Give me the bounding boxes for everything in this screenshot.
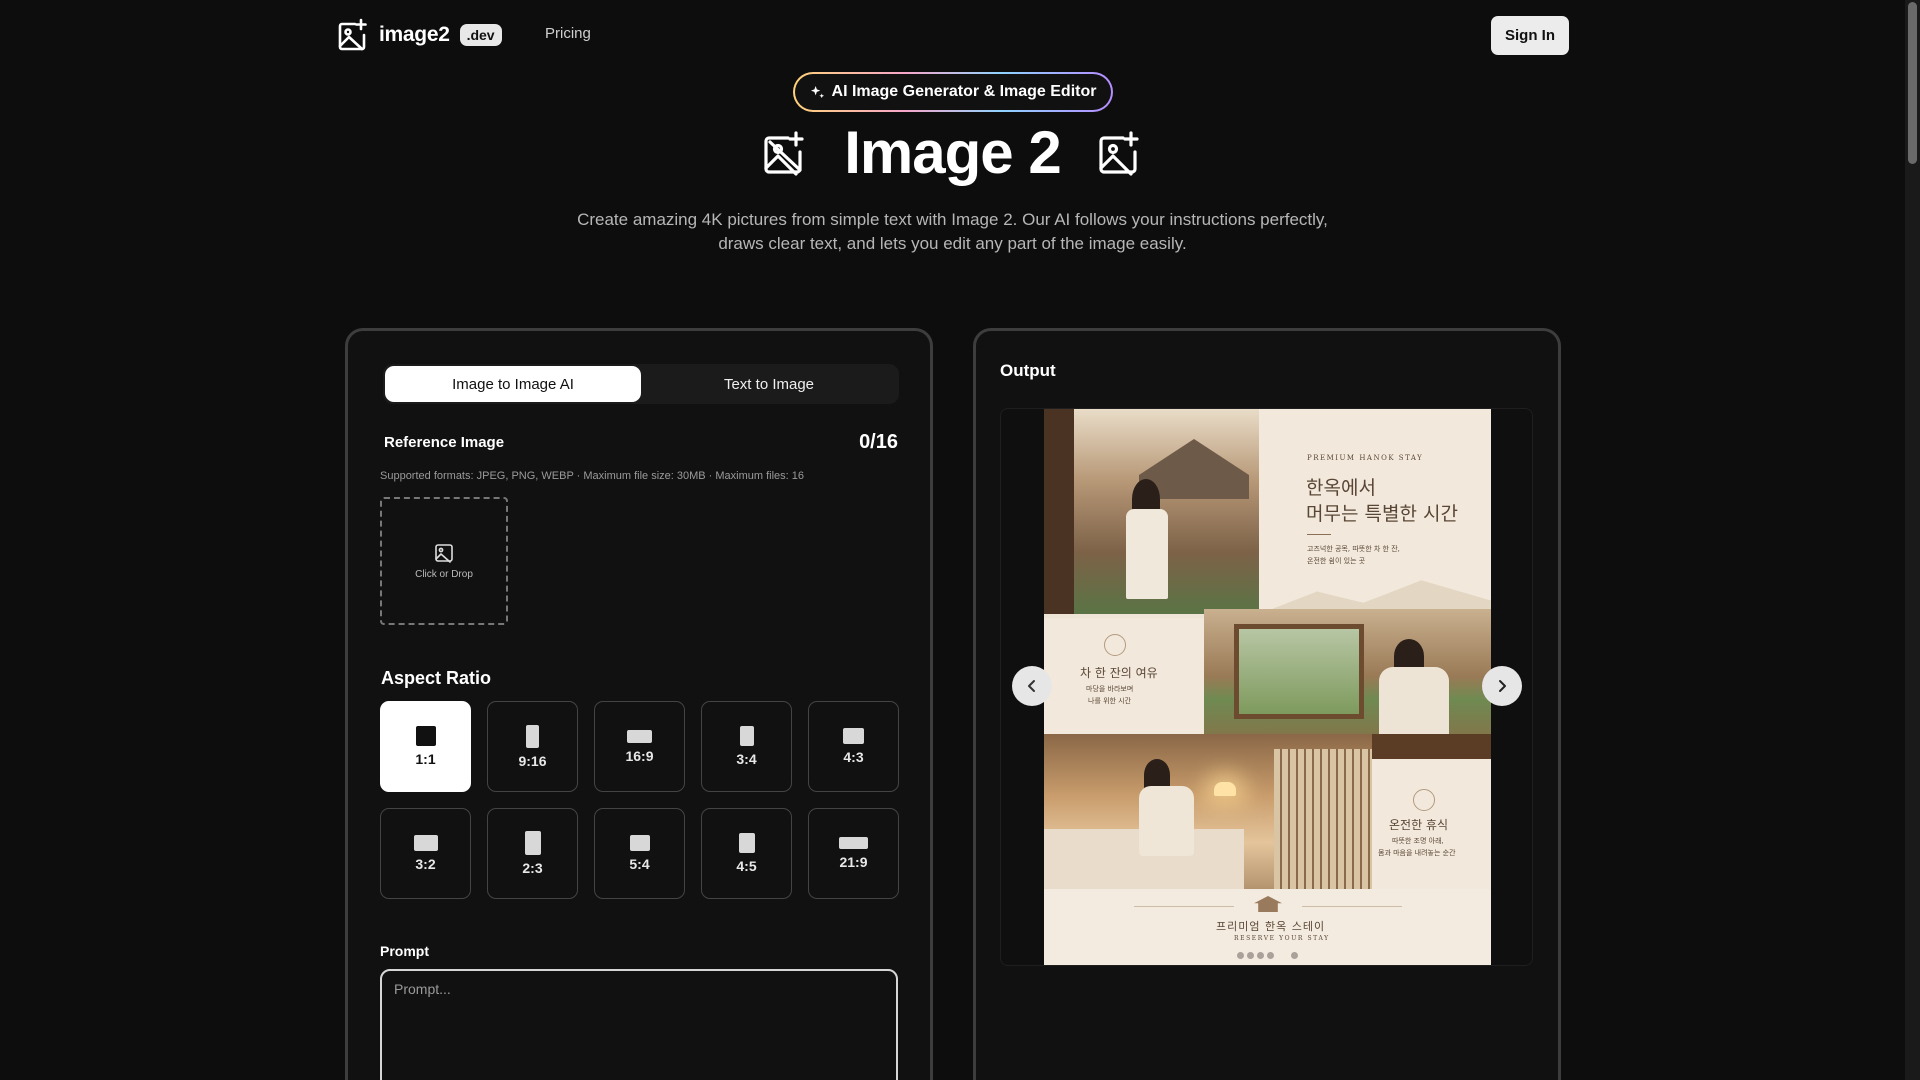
- mode-tabs: Image to Image AI Text to Image: [383, 364, 899, 404]
- poster-section1-title: 차 한 잔의 여유: [1080, 666, 1158, 680]
- prompt-input[interactable]: [380, 969, 898, 1080]
- nav-link-pricing[interactable]: Pricing: [545, 25, 591, 42]
- aspect-ratio-label-text: 16:9: [625, 747, 654, 764]
- poster-headline-1: 한옥에서: [1306, 477, 1376, 499]
- chevron-right-icon: [1499, 680, 1506, 692]
- hero-subtitle-line: draws clear text, and lets you edit any …: [718, 234, 1187, 253]
- poster-section1-line2: 나를 위한 시간: [1088, 697, 1132, 705]
- aspect-ratio-label-text: 1:1: [415, 751, 436, 767]
- poster-body-2: 온전한 쉼이 있는 곳: [1307, 557, 1366, 565]
- aspect-ratio-label-text: 5:4: [629, 856, 650, 872]
- carousel-dot[interactable]: [1247, 952, 1254, 959]
- hero-pill: AI Image Generator & Image Editor: [793, 72, 1113, 112]
- reference-image-dropzone[interactable]: Click or Drop: [380, 497, 508, 625]
- aspect-ratio-label-text: 4:5: [736, 858, 757, 874]
- supported-formats-text: Supported formats: JPEG, PNG, WEBP · Max…: [380, 470, 805, 482]
- ratio-shape-icon: [739, 726, 754, 746]
- poster-section1-line1: 마당을 바라보며: [1086, 685, 1134, 693]
- aspect-ratio-label-text: 9:16: [518, 752, 547, 769]
- hero-title: Image 2: [0, 118, 1905, 187]
- aspect-ratio-label-text: 2:3: [522, 860, 543, 876]
- carousel-dot[interactable]: [1291, 952, 1298, 959]
- hero-subtitle: Create amazing 4K pictures from simple t…: [0, 208, 1905, 256]
- brand-name: image2: [379, 23, 450, 46]
- chevron-left-icon: [1028, 680, 1035, 692]
- ratio-shape-icon: [839, 837, 868, 849]
- poster-section2-line1: 따뜻한 조명 아래,: [1392, 837, 1444, 845]
- page-scrollbar-thumb[interactable]: [1908, 2, 1917, 164]
- poster-section2-title: 온전한 휴식: [1389, 818, 1449, 832]
- tab-image-to-image[interactable]: Image to Image AI: [385, 366, 641, 402]
- page-title: Image 2: [844, 119, 1061, 186]
- carousel-dot[interactable]: [1257, 952, 1264, 959]
- aspect-ratio-16-9[interactable]: 16:9: [594, 701, 685, 792]
- photo-bedroom: [1044, 734, 1372, 889]
- aspect-ratio-3-2[interactable]: 3:2: [380, 808, 471, 899]
- dropzone-label: Click or Drop: [415, 568, 473, 580]
- sparkles-icon: [810, 85, 824, 98]
- poster-footer-sub: RESERVE YOUR STAY: [1234, 935, 1330, 942]
- ratio-shape-icon: [526, 724, 539, 748]
- carousel-dot[interactable]: [1267, 952, 1274, 959]
- output-viewer: PREMIUM HANOK STAY 한옥에서 머무는 특별한 시간 고즈넉한 …: [1000, 408, 1533, 966]
- image-off-icon: [764, 130, 804, 176]
- image-plus-icon: [338, 18, 367, 51]
- prompt-label: Prompt: [380, 943, 429, 959]
- reference-image-count: 0/16: [859, 431, 898, 453]
- ratio-shape-icon: [524, 831, 541, 855]
- image-plus-icon: [1099, 130, 1139, 176]
- aspect-ratio-2-3[interactable]: 2:3: [487, 808, 578, 899]
- brand-badge: .dev: [459, 24, 502, 46]
- output-label: Output: [1000, 361, 1056, 380]
- output-panel: Output PREMIUM HANOK STAY 한옥에서 머무는 특별한 시…: [973, 328, 1561, 1080]
- ratio-shape-icon: [843, 728, 864, 744]
- aspect-ratio-grid: 1:1 9:16 16:9 3:4 4:3 3:2 2:3 5:4 4:5 21…: [380, 701, 899, 899]
- ratio-shape-icon: [738, 833, 755, 853]
- poster-body-1: 고즈넉한 공목, 따뜻한 차 한 잔,: [1307, 545, 1400, 553]
- output-image: PREMIUM HANOK STAY 한옥에서 머무는 특별한 시간 고즈넉한 …: [1044, 409, 1491, 965]
- aspect-ratio-3-4[interactable]: 3:4: [701, 701, 792, 792]
- ratio-shape-icon: [627, 729, 652, 743]
- poster-headline-2: 머무는 특별한 시간: [1306, 503, 1458, 525]
- generator-panel: Image to Image AI Text to Image Referenc…: [345, 328, 933, 1080]
- poster-footer-title: 프리미엄 한옥 스테이: [1216, 920, 1326, 933]
- aspect-ratio-label-text: 4:3: [843, 749, 864, 765]
- carousel-next-button[interactable]: [1482, 666, 1522, 706]
- aspect-ratio-4-3[interactable]: 4:3: [808, 701, 899, 792]
- hero-pill-label: AI Image Generator & Image Editor: [831, 83, 1097, 100]
- image-icon: [435, 543, 453, 563]
- carousel-dot[interactable]: [1237, 952, 1244, 959]
- ratio-shape-icon: [415, 726, 436, 746]
- aspect-ratio-label: Aspect Ratio: [381, 668, 492, 688]
- top-nav: image2 .dev Pricing Sign In: [0, 0, 1905, 70]
- aspect-ratio-5-4[interactable]: 5:4: [594, 808, 685, 899]
- poster-eyebrow: PREMIUM HANOK STAY: [1307, 454, 1424, 462]
- aspect-ratio-9-16[interactable]: 9:16: [487, 701, 578, 792]
- photo-courtyard: [1044, 409, 1259, 614]
- hero-subtitle-line: Create amazing 4K pictures from simple t…: [577, 210, 1328, 229]
- page-scrollbar[interactable]: [1905, 0, 1920, 1080]
- aspect-ratio-label-text: 21:9: [839, 854, 868, 870]
- ratio-shape-icon: [629, 835, 650, 851]
- sign-in-button[interactable]: Sign In: [1491, 16, 1569, 55]
- ratio-shape-icon: [413, 835, 438, 851]
- poster-section2-line2: 몸과 마음을 내려놓는 순간: [1378, 849, 1456, 857]
- aspect-ratio-label-text: 3:4: [736, 751, 757, 767]
- carousel-prev-button[interactable]: [1012, 666, 1052, 706]
- aspect-ratio-1-1[interactable]: 1:1: [380, 701, 471, 792]
- reference-image-label: Reference Image: [384, 434, 505, 451]
- aspect-ratio-21-9[interactable]: 21:9: [808, 808, 899, 899]
- carousel-dots: [1044, 952, 1491, 959]
- aspect-ratio-label-text: 3:2: [415, 856, 436, 872]
- tab-text-to-image[interactable]: Text to Image: [641, 366, 897, 402]
- aspect-ratio-4-5[interactable]: 4:5: [701, 808, 792, 899]
- brand-logo[interactable]: image2 .dev: [337, 18, 502, 52]
